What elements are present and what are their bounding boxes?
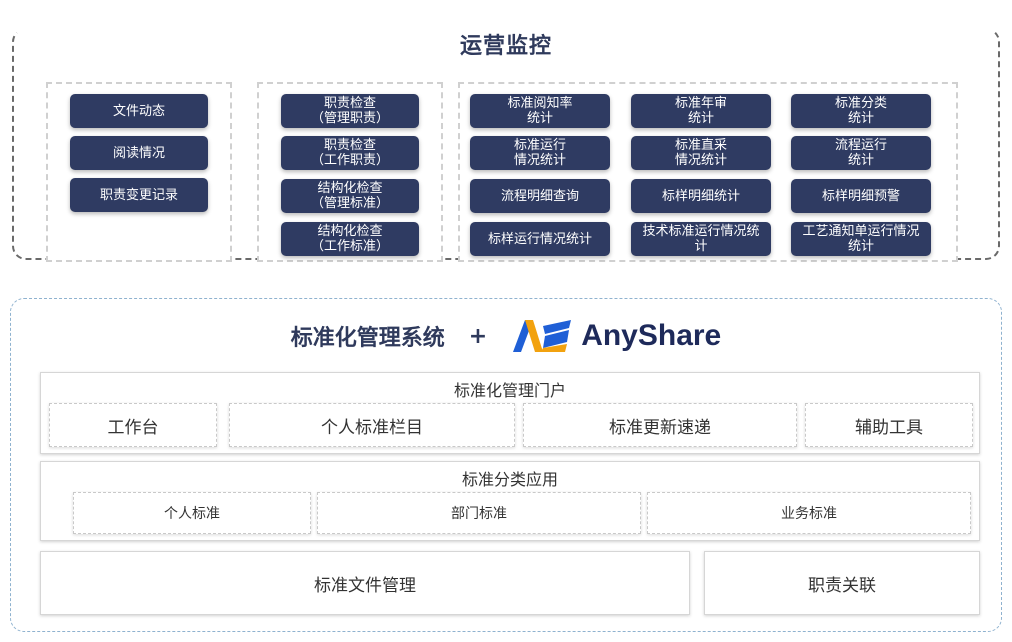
system-header: 标准化管理系统 + AnyShare <box>0 318 1012 354</box>
classify-item-personal[interactable]: 个人标准 <box>73 492 311 534</box>
monitor-group-statistics: 标准阅知率 统计 标准年审 统计 标准分类 统计 标准运行 情况统计 标准直采 … <box>458 82 958 262</box>
module-stat-direct-purchase[interactable]: 标准直采 情况统计 <box>631 136 771 170</box>
monitor-group-documents: 文件动态 阅读情况 职责变更记录 <box>46 82 232 262</box>
module-tech-standard-operation-stat[interactable]: 技术标准运行情况统 计 <box>631 222 771 256</box>
module-stat-process-operation[interactable]: 流程运行 统计 <box>791 136 931 170</box>
portal-panel: 标准化管理门户 工作台 个人标准栏目 标准更新速递 辅助工具 <box>40 372 980 454</box>
anyshare-logo: AnyShare <box>511 318 721 354</box>
plus-sign: + <box>468 323 488 349</box>
classification-panel: 标准分类应用 个人标准 部门标准 业务标准 <box>40 461 980 541</box>
module-file-activity[interactable]: 文件动态 <box>70 94 208 128</box>
classification-title: 标准分类应用 <box>461 470 558 489</box>
module-sample-detail-alert[interactable]: 标样明细预警 <box>791 179 931 213</box>
module-process-detail-query[interactable]: 流程明细查询 <box>470 179 610 213</box>
module-duty-check-work[interactable]: 职责检查 （工作职责） <box>281 136 419 170</box>
module-stat-classification[interactable]: 标准分类 统计 <box>791 94 931 128</box>
file-management-block[interactable]: 标准文件管理 <box>40 551 690 615</box>
module-sample-detail-stat[interactable]: 标样明细统计 <box>631 179 771 213</box>
portal-item-standard-updates[interactable]: 标准更新速递 <box>523 403 797 447</box>
monitor-title: 运营监控 <box>459 34 552 59</box>
portal-title: 标准化管理门户 <box>453 381 566 400</box>
portal-item-personal-standards[interactable]: 个人标准栏目 <box>229 403 515 447</box>
module-stat-read-rate[interactable]: 标准阅知率 统计 <box>470 94 610 128</box>
module-structure-check-work[interactable]: 结构化检查 （工作标准） <box>281 222 419 256</box>
monitor-group-checks: 职责检查 （管理职责） 职责检查 （工作职责） 结构化检查 （管理标准） 结构化… <box>257 82 443 262</box>
file-management-label: 标准文件管理 <box>314 575 416 596</box>
portal-item-tools[interactable]: 辅助工具 <box>805 403 973 447</box>
portal-item-workbench[interactable]: 工作台 <box>49 403 217 447</box>
module-reading-status[interactable]: 阅读情况 <box>70 136 208 170</box>
module-structure-check-management[interactable]: 结构化检查 （管理标准） <box>281 179 419 213</box>
module-stat-annual-review[interactable]: 标准年审 统计 <box>631 94 771 128</box>
anyshare-wordmark: AnyShare <box>581 319 722 352</box>
module-process-notice-operation-stat[interactable]: 工艺通知单运行情况 统计 <box>791 222 931 256</box>
module-stat-standard-operation[interactable]: 标准运行 情况统计 <box>470 136 610 170</box>
module-duty-check-management[interactable]: 职责检查 （管理职责） <box>281 94 419 128</box>
classify-item-department[interactable]: 部门标准 <box>317 492 641 534</box>
duty-link-block[interactable]: 职责关联 <box>704 551 980 615</box>
classify-item-business[interactable]: 业务标准 <box>647 492 971 534</box>
module-sample-operation-stat[interactable]: 标样运行情况统计 <box>470 222 610 256</box>
module-duty-change-log[interactable]: 职责变更记录 <box>70 178 208 212</box>
anyshare-mark-icon <box>513 320 572 352</box>
system-name: 标准化管理系统 <box>290 326 445 351</box>
duty-link-label: 职责关联 <box>808 575 876 596</box>
